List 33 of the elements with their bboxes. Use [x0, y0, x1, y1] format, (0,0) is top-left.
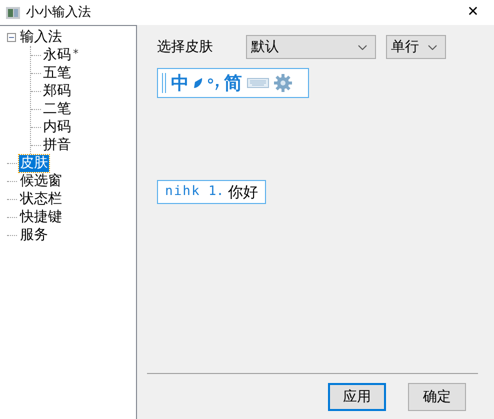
tree-item[interactable]: 皮肤 [19, 154, 49, 172]
keyboard-icon [247, 78, 269, 88]
tree-item[interactable]: 候选窗 [19, 172, 63, 190]
candidate-word: 你好 [228, 182, 258, 203]
tree-item[interactable]: 郑码 [43, 82, 71, 100]
dialog-button[interactable]: 应用 [328, 383, 386, 411]
dialog-button[interactable]: 确定 [408, 383, 466, 411]
layout-dropdown[interactable]: 单行 [386, 35, 446, 59]
modified-mark: * [73, 46, 78, 62]
skin-label: 选择皮肤 [157, 38, 214, 56]
charset-text: 简 [224, 72, 242, 96]
chevron-icon [358, 44, 367, 50]
tree-item[interactable]: 服务 [19, 226, 49, 244]
candidate-index: 1. [208, 183, 224, 202]
tree-item[interactable]: 二笔 [43, 100, 71, 118]
chevron-icon [428, 44, 437, 50]
tree-item[interactable]: 状态栏 [19, 190, 63, 208]
input-mode-text: 中 [171, 72, 189, 96]
tree-item[interactable]: 输入法 [19, 28, 63, 46]
tree-item[interactable]: 五笔 [43, 64, 71, 82]
gear-icon [274, 74, 292, 92]
half-moon-icon [194, 78, 203, 88]
collapse-toggle[interactable]: − [7, 32, 16, 42]
app-icon [6, 6, 20, 18]
tree-item[interactable]: 永码 [43, 46, 71, 64]
close-button[interactable]: ✕ [458, 2, 488, 23]
window-title: 小小输入法 [26, 4, 91, 22]
tree-item[interactable]: 快捷键 [19, 208, 63, 226]
pinyin-code: nihk [165, 183, 200, 202]
skin-dropdown[interactable]: 默认 [246, 35, 376, 59]
tree-item[interactable]: 拼音 [43, 136, 71, 154]
punctuation-icon [208, 76, 219, 90]
tree-item[interactable]: 内码 [43, 118, 71, 136]
